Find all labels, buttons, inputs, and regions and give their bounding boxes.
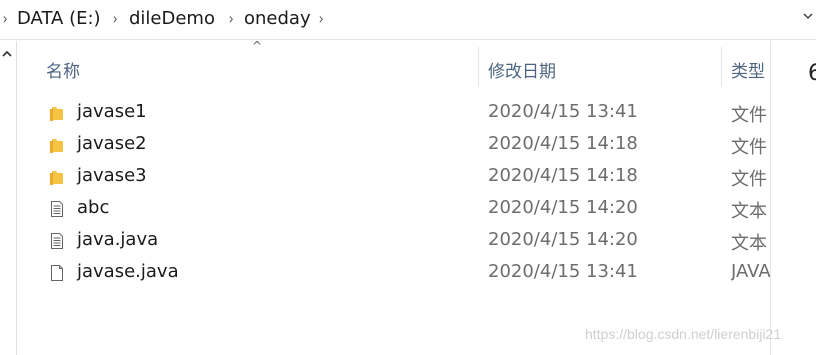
file-row[interactable]: abc 2020/4/15 14:20 文本 [18,193,770,225]
file-row[interactable]: javase.java 2020/4/15 13:41 JAVA [18,257,770,289]
scroll-up-icon[interactable] [2,49,12,59]
file-type: 文本 [731,201,767,222]
address-bar[interactable]: › DATA (E:) › dileDemo › oneday › [0,0,816,40]
file-date: 2020/4/15 14:20 [488,229,638,250]
file-row[interactable]: javase2 2020/4/15 14:18 文件 [18,129,770,161]
column-divider[interactable] [721,47,722,87]
file-date: 2020/4/15 13:41 [488,261,638,282]
file-name[interactable]: javase3 [77,165,147,186]
chevron-right-icon[interactable]: › [3,9,8,28]
file-date: 2020/4/15 14:18 [488,165,638,186]
folder-icon [50,107,63,121]
watermark-text: https://blog.csdn.net/lierenbiji21 [585,326,782,342]
breadcrumb-item-drive[interactable]: DATA (E:) [17,8,101,29]
file-type: 文件 [731,105,767,126]
details-pane: 6 [771,41,816,355]
blank-file-icon [51,265,63,281]
chevron-right-icon[interactable]: › [319,9,324,28]
column-header-type[interactable]: 类型 [731,57,765,82]
details-pane-text: 6 [808,61,816,86]
column-header-date[interactable]: 修改日期 [488,57,556,82]
breadcrumb-item-oneday[interactable]: oneday [244,8,311,29]
text-file-icon [51,201,63,217]
file-type: JAVA [731,261,770,282]
file-date: 2020/4/15 13:41 [488,101,638,122]
file-row[interactable]: javase1 2020/4/15 13:41 文件 [18,97,770,129]
file-type: 文件 [731,137,767,158]
file-name[interactable]: javase2 [77,133,147,154]
column-header-row: ^ 名称 修改日期 类型 [18,39,770,93]
chevron-right-icon[interactable]: › [229,9,234,28]
column-divider[interactable] [478,47,479,87]
folder-icon [50,171,63,185]
file-name[interactable]: javase1 [77,101,147,122]
file-name[interactable]: abc [77,197,109,218]
file-name[interactable]: javase.java [77,261,179,282]
chevron-down-icon[interactable] [802,10,814,22]
file-date: 2020/4/15 14:18 [488,133,638,154]
file-name[interactable]: java.java [77,229,158,250]
file-row[interactable]: javase3 2020/4/15 14:18 文件 [18,161,770,193]
folder-icon [50,139,63,153]
text-file-icon [51,233,63,249]
file-date: 2020/4/15 14:20 [488,197,638,218]
navigation-pane-scrollbar[interactable] [0,41,17,355]
file-row[interactable]: java.java 2020/4/15 14:20 文本 [18,225,770,257]
chevron-right-icon[interactable]: › [113,9,118,28]
column-header-name[interactable]: 名称 [46,57,80,82]
file-type: 文件 [731,169,767,190]
file-type: 文本 [731,233,767,254]
breadcrumb-item-diledemo[interactable]: dileDemo [129,8,215,29]
sort-ascending-icon: ^ [252,39,263,53]
